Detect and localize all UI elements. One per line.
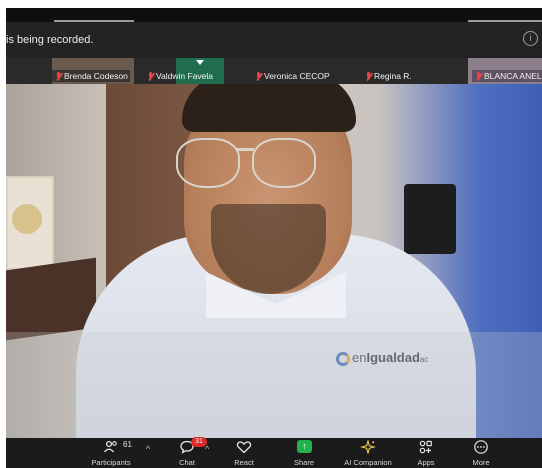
- mic-muted-icon: [475, 72, 482, 80]
- participant-name: BLANCA ANEL: [484, 71, 542, 81]
- apps-label: Apps: [417, 458, 435, 467]
- participant-name: Valdwin Favela: [156, 71, 214, 81]
- top-bar: [6, 8, 542, 22]
- recording-banner: is being recorded. i: [6, 22, 542, 58]
- background-object: [404, 184, 456, 254]
- participant-name: Veronica CECOP: [264, 71, 330, 81]
- share-arrow-icon: ↑: [297, 440, 312, 453]
- heart-icon: [236, 441, 252, 454]
- recording-text: is being recorded.: [6, 34, 94, 46]
- share-label: Share: [293, 458, 314, 467]
- sparkle-icon: [360, 440, 376, 454]
- speaker-hair: [182, 84, 356, 132]
- participant-name-tag: BLANCA ANEL: [472, 70, 542, 82]
- share-button[interactable]: ↑ Share: [286, 438, 322, 468]
- participant-name: Regina R.: [374, 71, 412, 81]
- zoom-meeting-window: is being recorded. i Brenda Codeson Vald…: [6, 8, 542, 468]
- participants-button[interactable]: 61 Participants: [88, 438, 134, 468]
- mic-muted-icon: [255, 72, 262, 80]
- participants-icon: [103, 440, 117, 453]
- more-button[interactable]: More: [464, 438, 498, 468]
- glasses-bridge: [236, 148, 254, 151]
- mic-muted-icon: [365, 72, 372, 80]
- react-label: React: [234, 458, 254, 467]
- apps-icon: [419, 440, 432, 454]
- react-button[interactable]: React: [226, 438, 262, 468]
- participant-count: 61: [123, 440, 132, 449]
- participant-name-tag: Veronica CECOP: [252, 70, 332, 82]
- participant-strip: Brenda Codeson Valdwin Favela Veronica C…: [6, 58, 542, 84]
- participant-name-tag: Regina R.: [362, 70, 414, 82]
- participants-caret-icon[interactable]: ^: [146, 444, 150, 454]
- ai-companion-button[interactable]: AI Companion: [336, 438, 400, 468]
- mic-muted-icon: [55, 72, 62, 80]
- video-overlay-band: [6, 332, 542, 438]
- more-label: More: [472, 458, 490, 467]
- more-dots-icon: [474, 440, 488, 454]
- ai-companion-label: AI Companion: [344, 458, 392, 467]
- apps-button[interactable]: Apps: [410, 438, 442, 468]
- meeting-toolbar: 61 Participants ^ 31 Chat ^ React ↑ Shar…: [6, 437, 542, 468]
- participant-name-tag: Valdwin Favela: [144, 70, 215, 82]
- chat-caret-icon[interactable]: ^: [205, 444, 209, 454]
- info-icon[interactable]: i: [523, 31, 538, 46]
- mic-muted-icon: [147, 72, 154, 80]
- active-speaker-video[interactable]: enIgualdadac: [6, 84, 542, 438]
- chat-label: Chat: [179, 458, 195, 467]
- glasses-lens-left: [176, 138, 240, 188]
- participants-label: Participants: [91, 458, 131, 467]
- participant-name: Brenda Codeson: [64, 71, 128, 81]
- background-picture-frame: [6, 176, 54, 270]
- chat-button[interactable]: 31 Chat: [170, 437, 207, 468]
- glasses-lens-right: [252, 138, 316, 188]
- dropdown-triangle-icon: [196, 60, 204, 65]
- participant-name-tag: Brenda Codeson: [52, 70, 130, 82]
